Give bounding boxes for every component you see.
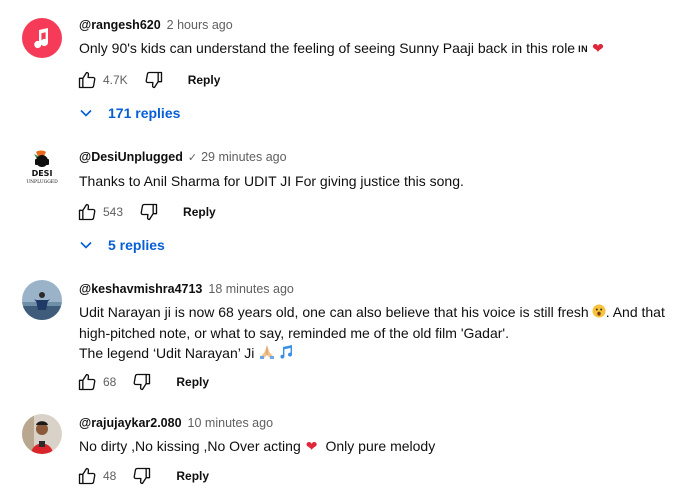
comment-actions: 543 Reply xyxy=(75,200,216,224)
profile-photo xyxy=(22,280,62,320)
country-code: IN xyxy=(578,44,589,54)
logo-text-top: DESI xyxy=(32,169,53,178)
comment-text: Only 90's kids can understand the feelin… xyxy=(79,38,672,59)
comment-text-line: Only pure melody xyxy=(325,438,436,454)
comment-text: Udit Narayan ji is now 68 years old, one… xyxy=(79,302,672,364)
logo-text-bottom: UNPLUGGED xyxy=(26,179,58,185)
reply-button[interactable]: Reply xyxy=(183,205,216,219)
view-replies-button[interactable]: 171 replies xyxy=(78,102,180,124)
replies-count-label: 171 replies xyxy=(108,105,181,121)
like-count: 48 xyxy=(103,469,117,483)
comment-text: Thanks to Anil Sharma for UDIT JI For gi… xyxy=(79,171,672,191)
reply-button[interactable]: Reply xyxy=(176,469,209,483)
comment-author[interactable]: @keshavmishra4713 xyxy=(79,280,202,298)
thumbs-up-icon[interactable] xyxy=(75,370,99,394)
comment-text-line: high-pitched note, or what to say, remin… xyxy=(79,325,509,341)
thumbs-down-icon[interactable] xyxy=(137,200,161,224)
chevron-down-icon xyxy=(80,109,92,117)
comment-actions: 4.7K Reply xyxy=(75,68,220,92)
comment-text-line: The legend ‘Udit Narayan’ Ji xyxy=(79,345,255,361)
comment-actions: 48 Reply xyxy=(75,464,209,488)
comment-text-line: Only 90's kids can understand the feelin… xyxy=(79,40,576,56)
comment-text: No dirty ,No kissing ,No Over acting ❤ Onl… xyxy=(79,436,672,456)
thumbs-up-icon[interactable] xyxy=(75,464,99,488)
replies-count-label: 5 replies xyxy=(108,237,165,253)
profile-photo xyxy=(22,414,62,454)
like-count: 68 xyxy=(103,375,117,389)
thumbs-down-icon[interactable] xyxy=(142,68,166,92)
comment-text-line: Udit Narayan ji is now 68 years old, one… xyxy=(79,304,589,320)
reply-button[interactable]: Reply xyxy=(188,73,221,87)
comment-actions: 68 Reply xyxy=(75,370,209,394)
thumbs-up-icon[interactable] xyxy=(75,68,99,92)
reply-button[interactable]: Reply xyxy=(176,375,209,389)
folded-hands-emoji xyxy=(259,344,275,364)
comment-timestamp[interactable]: 18 minutes ago xyxy=(208,280,293,298)
comment-author[interactable]: @rajujaykar2.080 xyxy=(79,414,182,432)
comment-text-line: . And that xyxy=(605,304,665,320)
view-replies-button[interactable]: 5 replies xyxy=(78,234,165,256)
avatar[interactable] xyxy=(22,414,62,454)
comment-author[interactable]: @rangesh620 xyxy=(79,16,161,34)
thumbs-down-icon[interactable] xyxy=(130,464,154,488)
thumbs-down-icon[interactable] xyxy=(130,370,154,394)
comment-timestamp[interactable]: 29 minutes ago xyxy=(201,148,286,166)
heart-icon: ❤ xyxy=(592,40,604,56)
verified-check-icon: ✓ xyxy=(187,152,198,164)
comment-text-line: No dirty ,No kissing ,No Over acting xyxy=(79,438,301,454)
avatar[interactable]: DESI UNPLUGGED xyxy=(22,148,62,188)
comment-timestamp[interactable]: 2 hours ago xyxy=(167,16,233,34)
music-notes-emoji xyxy=(278,344,294,364)
comment-author[interactable]: @DesiUnplugged xyxy=(79,148,183,166)
surprised-face-emoji xyxy=(592,303,606,323)
thumbs-up-icon[interactable] xyxy=(75,200,99,224)
heart-icon: ❤ xyxy=(305,438,318,454)
desi-unplugged-logo-icon: DESI UNPLUGGED xyxy=(26,150,58,185)
music-note-icon xyxy=(34,28,48,49)
avatar[interactable] xyxy=(22,280,62,320)
comment-timestamp[interactable]: 10 minutes ago xyxy=(188,414,273,432)
like-count: 543 xyxy=(103,205,124,219)
avatar[interactable] xyxy=(22,18,62,58)
comment-text-line: Thanks to Anil Sharma for UDIT JI For gi… xyxy=(79,173,464,189)
like-count: 4.7K xyxy=(103,73,128,87)
chevron-down-icon xyxy=(80,241,92,249)
